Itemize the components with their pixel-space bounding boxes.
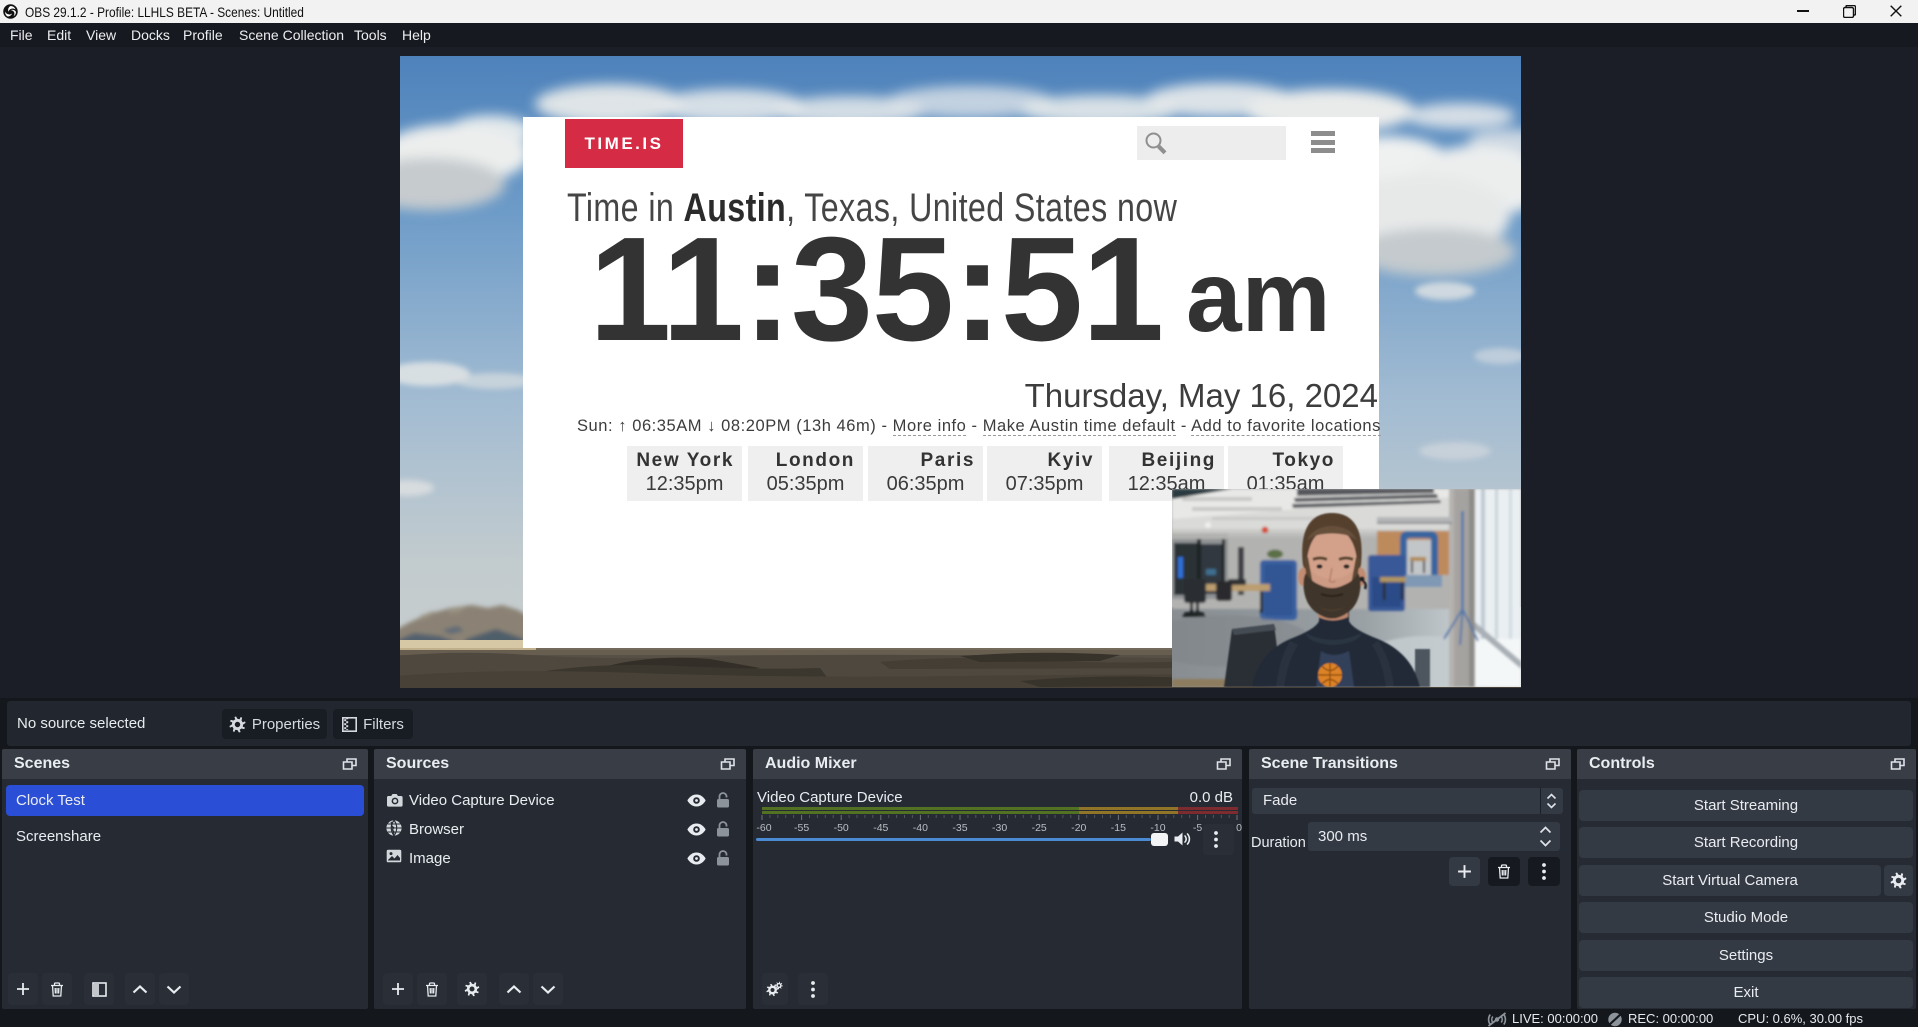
svg-text:0: 0 (1236, 822, 1242, 834)
svg-text:-5: -5 (1193, 822, 1202, 834)
svg-text:-45: -45 (873, 822, 888, 834)
svg-text:-20: -20 (1071, 822, 1086, 834)
svg-text:-25: -25 (1032, 822, 1047, 834)
svg-text:-30: -30 (992, 822, 1007, 834)
svg-text:-35: -35 (952, 822, 967, 834)
svg-text:-55: -55 (794, 822, 809, 834)
svg-text:-50: -50 (834, 822, 849, 834)
svg-text:-15: -15 (1111, 822, 1126, 834)
svg-text:-40: -40 (913, 822, 928, 834)
svg-text:-60: -60 (756, 822, 771, 834)
